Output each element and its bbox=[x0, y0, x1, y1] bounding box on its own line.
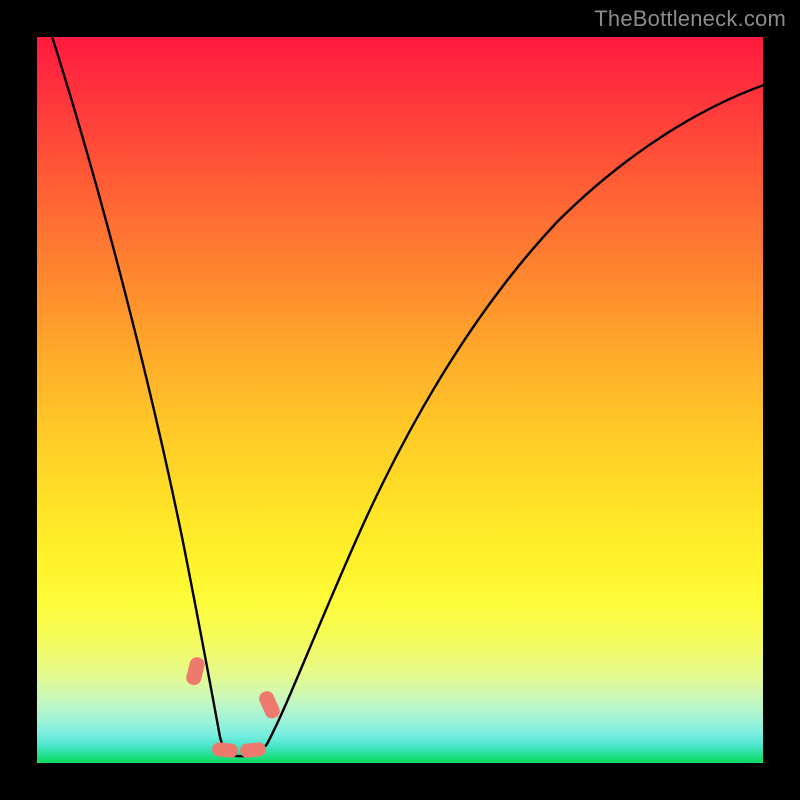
curve-marker bbox=[185, 656, 206, 687]
bottleneck-curve bbox=[49, 27, 764, 756]
chart-curve-layer bbox=[37, 37, 763, 763]
curve-marker bbox=[239, 742, 266, 759]
curve-marker bbox=[257, 689, 282, 721]
watermark-text: TheBottleneck.com bbox=[594, 6, 786, 32]
chart-frame: TheBottleneck.com bbox=[0, 0, 800, 800]
curve-marker bbox=[211, 742, 238, 759]
